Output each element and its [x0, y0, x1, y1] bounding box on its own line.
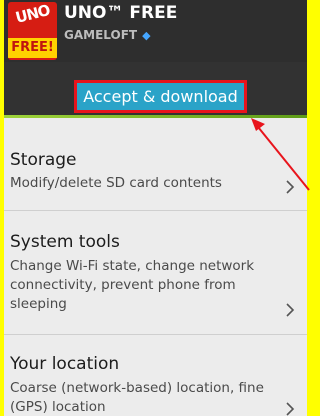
app-icon: UNO FREE!	[8, 2, 57, 60]
accept-bar: Accept & download	[4, 62, 307, 118]
publisher-link[interactable]: GAMELOFT ◆	[64, 28, 151, 42]
chevron-right-icon	[286, 180, 295, 194]
app-title: UNO™ FREE	[64, 3, 178, 23]
app-screen: UNO FREE! UNO™ FREE GAMELOFT ◆ Accept & d…	[4, 0, 307, 416]
verified-icon: ◆	[142, 29, 151, 42]
chevron-right-icon	[286, 402, 295, 416]
permission-title: System tools	[10, 232, 120, 252]
app-icon-free-text: FREE!	[8, 38, 57, 58]
permission-system-tools[interactable]: System tools Change Wi-Fi state, change …	[4, 222, 307, 335]
permission-description: Modify/delete SD card contents	[10, 175, 222, 191]
permission-your-location[interactable]: Your location Coarse (network-based) loc…	[4, 346, 307, 416]
app-header: UNO FREE! UNO™ FREE GAMELOFT ◆	[4, 0, 307, 62]
permission-storage[interactable]: Storage Modify/delete SD card contents	[4, 140, 307, 211]
permission-description: Coarse (network-based) location, fine (G…	[10, 380, 264, 415]
app-icon-logo-text: UNO	[13, 2, 52, 27]
permission-description: Change Wi-Fi state, change network conne…	[10, 258, 255, 312]
permission-title: Your location	[10, 354, 120, 374]
publisher-name: GAMELOFT	[64, 28, 138, 42]
accept-download-button[interactable]: Accept & download	[74, 80, 247, 113]
permission-title: Storage	[10, 150, 77, 170]
chevron-right-icon	[286, 303, 295, 317]
